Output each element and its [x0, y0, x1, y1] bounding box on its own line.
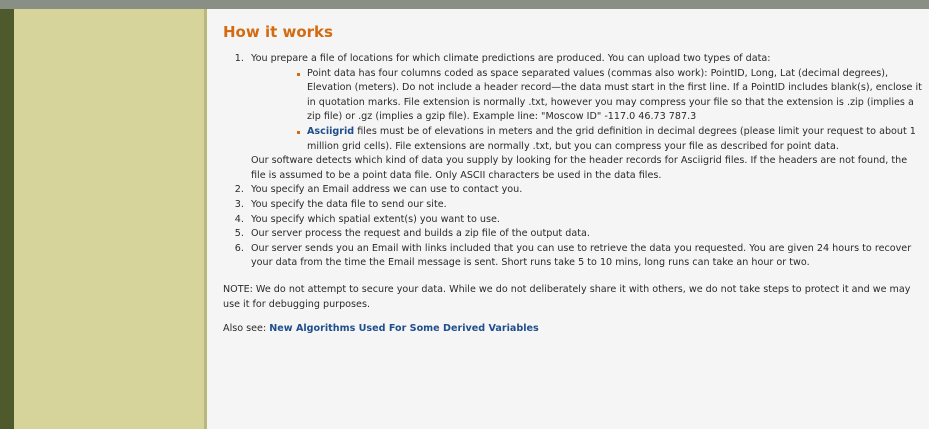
step-text: You prepare a file of locations for whic…	[251, 53, 771, 64]
sidebar-panel	[14, 9, 204, 429]
steps-list: You prepare a file of locations for whic…	[223, 52, 923, 271]
also-see-line: Also see: New Algorithms Used For Some D…	[223, 322, 923, 337]
step-item: You specify which spatial extent(s) you …	[247, 213, 923, 228]
how-it-works-section: How it works You prepare a file of locat…	[223, 23, 923, 337]
left-stripe	[0, 9, 14, 429]
step-item: You prepare a file of locations for whic…	[247, 52, 923, 183]
asciigrid-item: Asciigrid files must be of elevations in…	[297, 125, 923, 154]
bullet-icon	[297, 72, 300, 76]
security-note: NOTE: We do not attempt to secure your d…	[223, 283, 911, 310]
top-border	[0, 0, 929, 9]
bullet-icon	[297, 130, 300, 134]
data-types-list: Point data has four columns coded as spa…	[251, 67, 923, 155]
main-content-panel: How it works You prepare a file of locat…	[207, 9, 929, 429]
point-data-text: Point data has four columns coded as spa…	[307, 67, 922, 123]
also-see-label: Also see:	[223, 323, 270, 335]
step-item: Our server sends you an Email with links…	[247, 242, 923, 271]
step-item: You specify an Email address we can use …	[247, 183, 923, 198]
step-item: You specify the data file to send our si…	[247, 198, 923, 213]
page-heading: How it works	[223, 23, 333, 41]
asciigrid-text: files must be of elevations in meters an…	[307, 125, 916, 152]
step-item: Our server process the request and build…	[247, 227, 923, 242]
new-algorithms-link[interactable]: New Algorithms Used For Some Derived Var…	[269, 323, 538, 334]
detection-paragraph: Our software detects which kind of data …	[251, 155, 908, 181]
point-data-item: Point data has four columns coded as spa…	[297, 67, 923, 125]
asciigrid-link[interactable]: Asciigrid	[307, 126, 354, 137]
